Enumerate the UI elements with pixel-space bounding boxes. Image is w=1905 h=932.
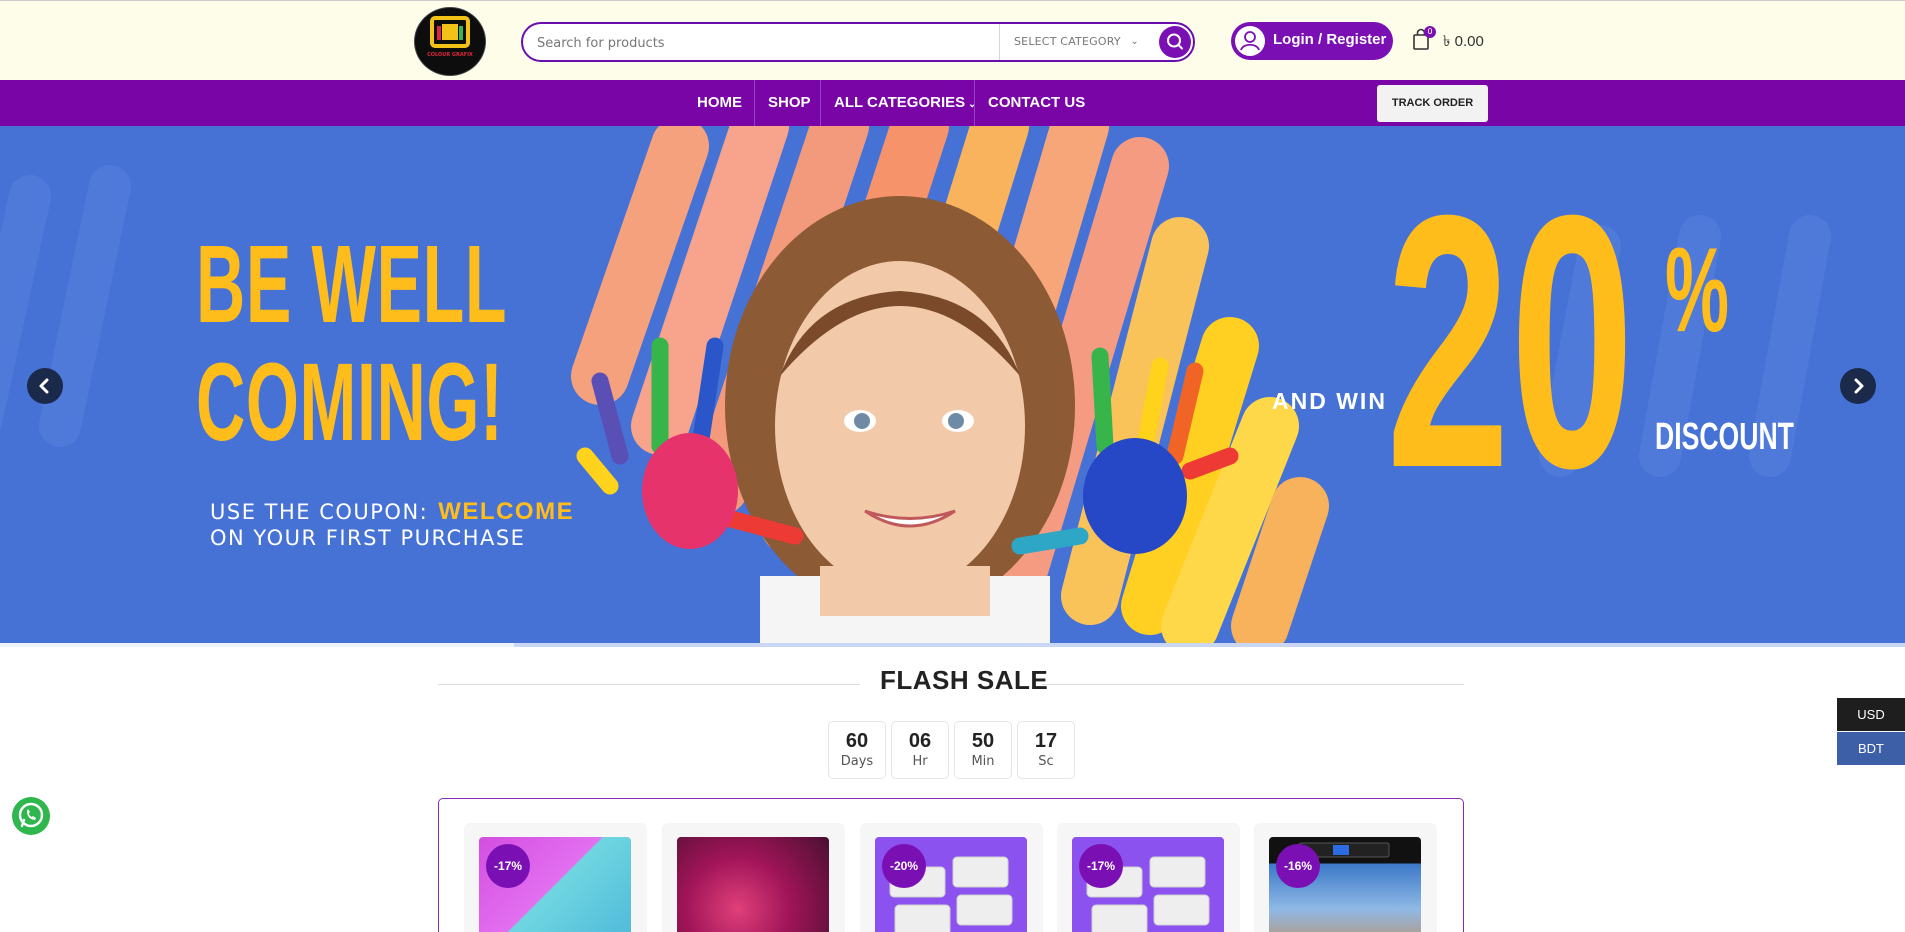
discount-badge: -17% (1079, 844, 1123, 888)
hero-headline-line1: BE WELL (196, 223, 508, 346)
site-logo[interactable]: COLOUR GRAFIX (415, 8, 485, 75)
nav-divider (754, 80, 755, 126)
category-select[interactable]: SELECT CATEGORY ⌄ (999, 24, 1151, 60)
chevron-down-icon: ⌄ (968, 99, 977, 110)
whatsapp-button[interactable] (12, 797, 50, 835)
whatsapp-icon (18, 802, 44, 828)
coupon-code: WELCOME (438, 498, 575, 525)
hero-coupon-line: USE THE COUPON: WELCOME (210, 498, 574, 526)
hero-coupon-suffix: ON YOUR FIRST PURCHASE (210, 526, 526, 550)
countdown-label: Sc (1038, 754, 1054, 769)
slider-next-button[interactable] (1840, 368, 1876, 404)
hero-percent-value: 20 (1386, 141, 1635, 543)
track-order-button[interactable]: TRACK ORDER (1377, 85, 1488, 122)
discount-badge: -17% (486, 844, 530, 888)
countdown-hours: 06 Hr (891, 721, 949, 779)
countdown-value: 06 (908, 730, 932, 752)
nav-divider (820, 80, 821, 126)
chevron-left-icon (39, 378, 49, 394)
cart-button[interactable]: 0 (1411, 26, 1437, 54)
currency-usd[interactable]: USD (1837, 698, 1905, 731)
product-card[interactable]: -16% (1254, 823, 1437, 932)
product-card[interactable]: -17% (464, 823, 647, 932)
nav-contact-us[interactable]: CONTACT US (988, 80, 1085, 126)
slide-progress-fill (0, 643, 514, 647)
search-input[interactable] (537, 32, 987, 54)
cart-total[interactable]: ৳ 0.00 (1443, 30, 1484, 55)
nav-all-categories[interactable]: ALL CATEGORIES ⌄ (834, 80, 977, 126)
login-register-label: Login / Register (1273, 31, 1387, 48)
svg-text:COLOUR GRAFIX: COLOUR GRAFIX (427, 52, 473, 58)
currency-bdt[interactable]: BDT (1837, 732, 1905, 765)
search-button[interactable] (1159, 26, 1191, 58)
countdown-label: Days (840, 754, 874, 769)
chevron-right-icon (1854, 378, 1864, 394)
flash-sale-title: FLASH SALE (880, 665, 1049, 695)
discount-badge: -16% (1276, 844, 1320, 888)
hero-discount-word: DISCOUNT (1655, 416, 1794, 458)
top-header: COLOUR GRAFIX SELECT CATEGORY ⌄ Login / … (0, 0, 1905, 80)
hero-percent-sign: % (1665, 223, 1730, 357)
login-register-button[interactable]: Login / Register (1231, 22, 1393, 60)
countdown-minutes: 50 Min (954, 721, 1012, 779)
discount-badge: -20% (882, 844, 926, 888)
search-bar: SELECT CATEGORY ⌄ (521, 22, 1195, 62)
hero-headline-line2: COMING! (196, 341, 504, 464)
nav-divider (974, 80, 975, 126)
countdown-value: 50 (971, 730, 995, 752)
product-card[interactable]: -17% (1057, 823, 1240, 932)
hero-slider: BE WELL COMING! USE THE COUPON: WELCOME O… (0, 126, 1905, 647)
nav-all-categories-label: ALL CATEGORIES (834, 94, 966, 111)
main-nav: HOME SHOP ALL CATEGORIES ⌄ CONTACT US (0, 80, 1905, 126)
search-icon (1167, 33, 1183, 50)
slider-prev-button[interactable] (27, 368, 63, 404)
category-select-label: SELECT CATEGORY (1014, 35, 1121, 48)
product-card[interactable]: -20% (860, 823, 1043, 932)
user-icon (1235, 26, 1265, 56)
cart-count-badge: 0 (1424, 26, 1436, 38)
chevron-down-icon: ⌄ (1130, 36, 1139, 47)
countdown-value: 17 (1034, 730, 1058, 752)
product-image[interactable] (677, 837, 829, 932)
title-divider (1042, 684, 1464, 685)
nav-home[interactable]: HOME (697, 80, 742, 126)
product-card[interactable] (662, 823, 845, 932)
countdown-days: 60 Days (828, 721, 886, 779)
hero-and-win: AND WIN (1272, 388, 1387, 414)
countdown-label: Hr (912, 754, 928, 769)
nav-shop[interactable]: SHOP (768, 80, 811, 126)
countdown-value: 60 (845, 730, 869, 752)
countdown-label: Min (971, 754, 995, 769)
title-divider (438, 684, 860, 685)
coupon-prefix: USE THE COUPON: (210, 500, 429, 524)
countdown-seconds: 17 Sc (1017, 721, 1075, 779)
